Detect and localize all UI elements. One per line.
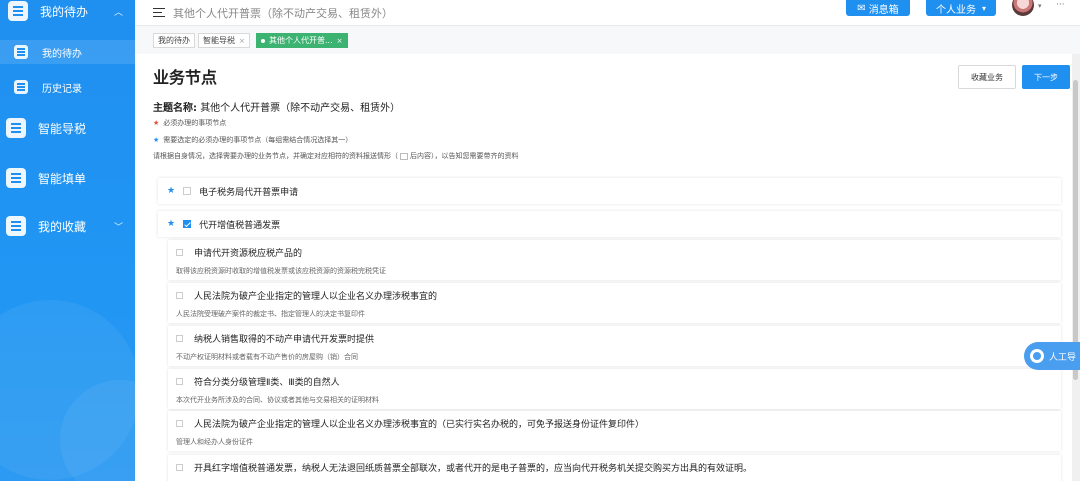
note-required-text: 必须办理的事项节点 — [163, 119, 227, 127]
tab-label: 我的待办 — [158, 36, 190, 45]
select-star-icon: ★ — [167, 219, 176, 229]
scrollbar-thumb[interactable] — [1073, 80, 1078, 380]
checkbox-sample-icon — [400, 152, 408, 160]
sidebar: 我的待办 ︿ 我的待办 历史记录 智能导税 智能填单 我的收藏 ﹀ — [0, 0, 135, 481]
sidebar-item-my-todo[interactable]: 我的待办 ︿ — [0, 0, 135, 22]
sidebar-item-smart-guide[interactable]: 智能导税 — [0, 116, 135, 140]
group-checkbox[interactable] — [183, 187, 192, 195]
sidebar-subitem-my-todo[interactable]: 我的待办 — [0, 40, 135, 64]
more-icon[interactable]: ··· — [1056, 0, 1065, 10]
item-checkbox[interactable] — [176, 335, 183, 342]
required-star-icon: ★ — [153, 119, 160, 127]
item-checkbox[interactable] — [176, 420, 183, 427]
item-desc: 本次代开业务所涉及的合同、协议或者其他与交易相关的证明材料 — [176, 396, 379, 404]
item-title: 申请代开资源税应税产品的 — [194, 249, 303, 259]
sidebar-item-label: 我的收藏 — [38, 219, 87, 234]
form-icon — [6, 168, 26, 188]
item-desc: 取得该应税资源时收取的增值税发票或该应税资源的资源税完税凭证 — [176, 267, 386, 275]
tab-label: 其他个人代开普... — [269, 36, 333, 45]
page-title: 业务节点 — [153, 68, 218, 87]
favorites-icon — [6, 216, 26, 236]
tab-label: 智能导税 — [203, 36, 235, 45]
menu-toggle-icon[interactable] — [153, 7, 165, 18]
headset-icon — [1030, 349, 1044, 363]
tab-smart-guide[interactable]: 智能导税 × — [198, 33, 250, 48]
personal-business-button[interactable]: 个人业务 ▾ — [926, 0, 996, 16]
list-item[interactable]: 开具红字增值税普通发票，纳税人无法退回纸质普票全部联次，或者代开的是电子普票的，… — [168, 455, 1061, 481]
message-icon: ✉ — [857, 2, 866, 14]
sidebar-item-label: 智能填单 — [38, 171, 87, 186]
list-item[interactable]: 符合分类分级管理Ⅱ类、Ⅲ类的自然人 本次代开业务所涉及的合同、协议或者其他与交易… — [168, 369, 1061, 409]
close-icon[interactable]: × — [239, 37, 245, 45]
group-label: 代开增值税普通发票 — [199, 220, 281, 231]
item-desc: 不动产权证明材料或者载有不动产售价的房屋购（销）合同 — [176, 353, 358, 361]
item-checkbox[interactable] — [176, 378, 183, 385]
active-dot-icon — [261, 38, 265, 43]
subject-line: 主题名称: 其他个人代开普票（除不动产交易、租赁外） — [153, 99, 400, 114]
note-hint-text-a: 请根据自身情况，选择需要办理的业务节点，并确定对应相符的资料报送情形（ — [153, 152, 398, 160]
item-title: 纳税人销售取得的不动产申请代开发票时提供 — [194, 335, 375, 345]
select-star-icon: ★ — [167, 186, 176, 196]
chevron-down-icon[interactable]: ▾ — [1038, 2, 1042, 10]
customer-service-button[interactable]: 人工导 — [1024, 342, 1080, 370]
sidebar-item-smart-form[interactable]: 智能填单 — [0, 166, 135, 190]
chevron-down-icon: ▾ — [981, 3, 986, 13]
close-icon[interactable]: × — [337, 37, 343, 45]
group-label: 电子税务局代开普票申请 — [199, 187, 299, 198]
item-checkbox[interactable] — [176, 249, 183, 256]
note-hint-text-b: 后内容），以告知您需要带齐的资料 — [410, 152, 519, 160]
customer-service-label: 人工导 — [1049, 352, 1077, 363]
main-content: 业务节点 收藏业务 下一步 主题名称: 其他个人代开普票（除不动产交易、租赁外）… — [135, 54, 1073, 481]
next-step-button[interactable]: 下一步 — [1022, 65, 1070, 89]
message-box-label: 消息箱 — [868, 4, 899, 16]
group-checkbox[interactable] — [183, 220, 192, 228]
item-title: 开具红字增值税普通发票，纳税人无法退回纸质普票全部联次，或者代开的是电子普票的，… — [194, 464, 753, 474]
list-item[interactable]: 纳税人销售取得的不动产申请代开发票时提供 不动产权证明材料或者载有不动产售价的房… — [168, 326, 1061, 366]
item-title: 人民法院为破产企业指定的管理人以企业名义办理涉税事宜的（已实行实名办税的，可免予… — [194, 420, 645, 430]
tab-my-todo[interactable]: 我的待办 — [153, 33, 195, 48]
sidebar-item-label: 历史记录 — [42, 83, 82, 95]
chevron-up-icon[interactable]: ︿ — [114, 5, 123, 18]
history-icon — [14, 80, 28, 94]
group-row[interactable]: ★ 电子税务局代开普票申请 — [158, 178, 1061, 204]
personal-business-label: 个人业务 — [935, 4, 976, 16]
list-item[interactable]: 申请代开资源税应税产品的 取得该应税资源时收取的增值税发票或该应税资源的资源税完… — [168, 240, 1061, 280]
sidebar-item-favorites[interactable]: 我的收藏 ﹀ — [0, 214, 135, 238]
sidebar-subitem-history[interactable]: 历史记录 — [0, 75, 135, 99]
item-desc: 人民法院受理破产案件的裁定书、指定管理人的决定书复印件 — [176, 310, 365, 318]
sidebar-item-label: 我的待办 — [40, 4, 89, 19]
tabs-bar: 我的待办 智能导税 × 其他个人代开普... × — [135, 26, 1080, 54]
collect-business-button[interactable]: 收藏业务 — [958, 65, 1016, 89]
message-box-button[interactable]: ✉ 消息箱 — [846, 0, 910, 16]
list-item[interactable]: 人民法院为破产企业指定的管理人以企业名义办理涉税事宜的（已实行实名办税的，可免予… — [168, 411, 1061, 451]
note-select-text: 需要选定的必须办理的事项节点（每组需结合情况选择其一） — [163, 136, 353, 144]
item-desc: 管理人和经办人身份证件 — [176, 438, 253, 446]
chevron-down-icon[interactable]: ﹀ — [114, 220, 123, 233]
group-row[interactable]: ★ 代开增值税普通发票 — [158, 211, 1061, 237]
item-title: 符合分类分级管理Ⅱ类、Ⅲ类的自然人 — [194, 378, 340, 388]
note-hint: 请根据自身情况，选择需要办理的业务节点，并确定对应相符的资料报送情形（ 后内容），… — [153, 151, 519, 161]
breadcrumb: 其他个人代开普票（除不动产交易、租赁外） — [173, 6, 393, 20]
sidebar-item-label: 智能导税 — [38, 121, 87, 136]
note-select: ★ 需要选定的必须办理的事项节点（每组需结合情况选择其一） — [153, 135, 352, 145]
item-checkbox[interactable] — [176, 292, 183, 299]
select-star-icon: ★ — [153, 136, 160, 144]
item-title: 人民法院为破产企业指定的管理人以企业名义办理涉税事宜的 — [194, 292, 438, 302]
item-checkbox[interactable] — [176, 464, 183, 471]
todo-icon — [8, 1, 28, 21]
todo-list-icon — [14, 45, 28, 59]
guide-icon — [6, 118, 26, 138]
sidebar-item-label: 我的待办 — [42, 48, 82, 60]
tab-current-business[interactable]: 其他个人代开普... × — [256, 33, 348, 48]
subject-label: 主题名称: — [153, 103, 197, 114]
list-item[interactable]: 人民法院为破产企业指定的管理人以企业名义办理涉税事宜的 人民法院受理破产案件的裁… — [168, 283, 1061, 323]
note-required: ★ 必须办理的事项节点 — [153, 118, 226, 128]
subject-value: 其他个人代开普票（除不动产交易、租赁外） — [200, 103, 401, 114]
